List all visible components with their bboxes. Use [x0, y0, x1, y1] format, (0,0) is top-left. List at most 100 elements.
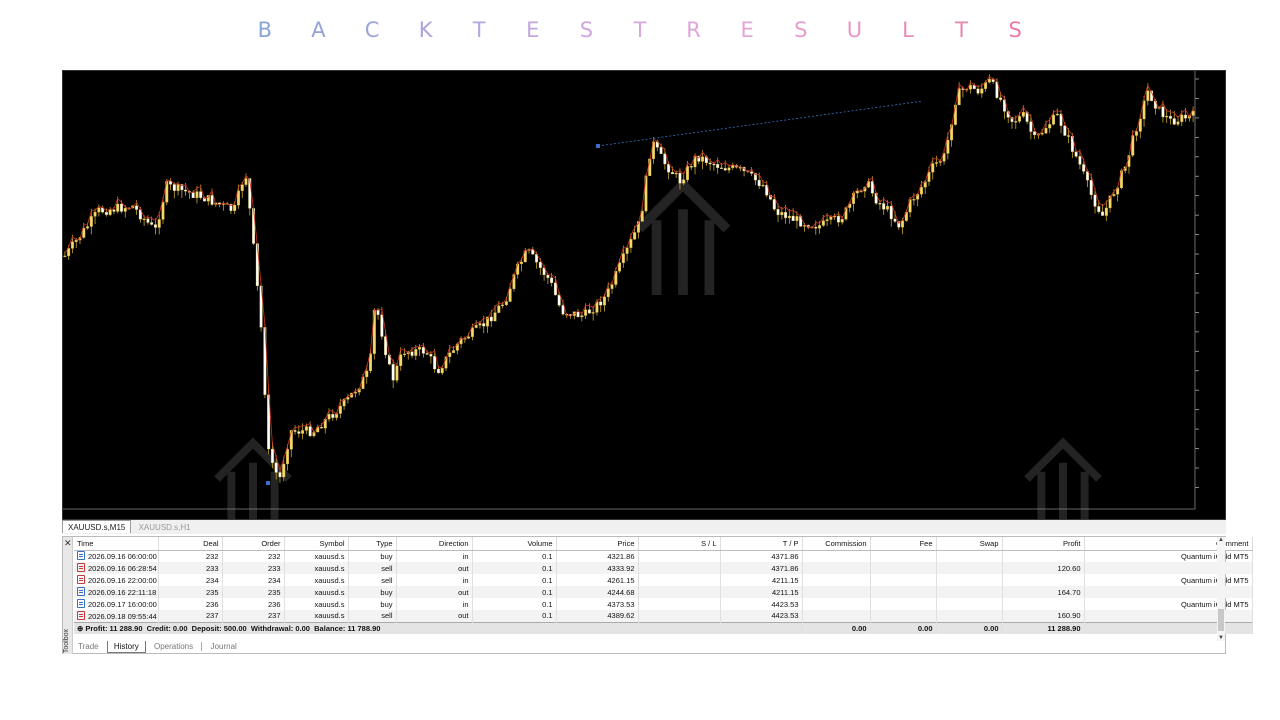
scrollbar-thumb[interactable]	[1218, 609, 1224, 631]
close-icon[interactable]: ✕	[64, 538, 72, 549]
bullish-candle	[67, 248, 71, 257]
cell-volume: 0.1	[472, 562, 557, 574]
column-header[interactable]: Order	[222, 537, 285, 551]
bullish-candle	[584, 309, 588, 316]
bearish-candle	[1082, 164, 1086, 172]
moving-average-line	[64, 75, 1194, 472]
bullish-candle	[195, 191, 199, 199]
bearish-candle	[153, 224, 157, 228]
tab-trade[interactable]: Trade	[72, 641, 105, 653]
cell-volume: 0.1	[472, 574, 557, 586]
cell-tp: 4423.53	[720, 598, 803, 610]
table-row[interactable]: 2026.09.16 06:00:00 232 232 xauusd.s buy in 0.…	[74, 550, 1253, 562]
table-row[interactable]: 2026.09.17 16:00:00 236 236 xauusd.s buy in 0.…	[74, 598, 1253, 610]
cell-comment: Quantum iGold MT5	[1084, 574, 1253, 586]
cell-order: 233	[222, 562, 285, 574]
cell-profit	[1002, 574, 1085, 586]
bullish-candle	[1135, 131, 1138, 136]
scroll-down-icon[interactable]: ▼	[1217, 635, 1225, 641]
scroll-up-icon[interactable]: ▲	[1217, 537, 1225, 543]
bearish-candle	[878, 203, 882, 205]
tab-history[interactable]: History	[106, 641, 146, 653]
candlestick-chart[interactable]	[63, 71, 1227, 521]
vertical-scrollbar[interactable]: ▲ ▼	[1217, 537, 1225, 641]
column-header[interactable]: Volume	[472, 537, 557, 551]
cell-deal: 234	[158, 574, 223, 586]
symbol-tab-h1[interactable]: XAUUSD.s,H1	[134, 521, 196, 534]
tab-journal[interactable]: Journal	[205, 641, 243, 653]
cell-comment: Quantum iGold MT5	[1084, 550, 1253, 562]
cell-direction: out	[396, 562, 473, 574]
cell-direction: in	[396, 598, 473, 610]
table-row[interactable]: 2026.09.16 22:11:18 235 235 xauusd.s buy out 0…	[74, 586, 1253, 598]
cell-profit: 120.60	[1002, 562, 1085, 574]
column-header[interactable]: S / L	[638, 537, 721, 551]
bullish-candle	[787, 215, 791, 219]
cell-time-text: 2026.09.18 09:55:44	[88, 611, 157, 621]
column-header[interactable]: Type	[348, 537, 397, 551]
bullish-candle	[97, 207, 101, 213]
bullish-candle	[508, 288, 512, 302]
title-letter: A	[311, 18, 326, 42]
bullish-candle	[591, 312, 595, 314]
cell-tp: 4371.86	[720, 562, 803, 574]
column-header[interactable]: Deal	[158, 537, 223, 551]
cell-time: 2026.09.16 22:11:18	[74, 586, 159, 598]
cell-commission	[802, 562, 871, 574]
bearish-candle	[255, 243, 259, 287]
bullish-candle	[580, 315, 584, 318]
bullish-candle	[603, 296, 606, 306]
column-header[interactable]: Fee	[870, 537, 937, 551]
cell-volume: 0.1	[472, 598, 557, 610]
symbol-tab-m15[interactable]: XAUUSD.s,M15	[62, 520, 132, 533]
column-header[interactable]: Swap	[936, 537, 1003, 551]
bearish-candle	[814, 226, 818, 229]
bullish-candle	[629, 239, 633, 248]
cell-order: 234	[222, 574, 285, 586]
column-header[interactable]: Direction	[396, 537, 473, 551]
bearish-candle	[184, 189, 188, 192]
cell-price: 4373.53	[556, 598, 639, 610]
table-row[interactable]: 2026.09.16 22:00:00 234 234 xauusd.s sell in 0…	[74, 574, 1253, 586]
cell-profit: 164.70	[1002, 586, 1085, 598]
bullish-candle	[399, 354, 403, 366]
bullish-candle	[1165, 115, 1169, 118]
table-row[interactable]: 2026.09.16 06:28:54 233 233 xauusd.s sell out…	[74, 562, 1253, 574]
title-letter: S	[579, 18, 594, 42]
bearish-candle	[293, 430, 297, 432]
price-chart[interactable]	[62, 70, 1227, 521]
bullish-candle	[980, 88, 984, 94]
bullish-candle	[901, 220, 905, 228]
column-header[interactable]: Comment	[1084, 537, 1253, 551]
column-header[interactable]: Time	[74, 537, 159, 551]
column-header[interactable]: Price	[556, 537, 639, 551]
bearish-candle	[1074, 151, 1078, 157]
bearish-candle	[723, 168, 727, 171]
column-header[interactable]: Commission	[802, 537, 871, 551]
table-row[interactable]: 2026.09.18 09:55:44 237 237 xauusd.s sell out…	[74, 610, 1253, 622]
cell-type: sell	[348, 610, 397, 622]
bullish-candle	[1040, 133, 1044, 135]
tab-operations[interactable]: Operations	[148, 641, 199, 653]
bearish-candle	[120, 203, 123, 212]
bearish-candle	[999, 97, 1003, 100]
bearish-candle	[587, 309, 591, 314]
toolbox-tabs: Trade History Operations Journal	[72, 641, 243, 654]
cell-time-text: 2026.09.16 22:00:00	[88, 576, 157, 585]
bullish-candle	[840, 219, 844, 223]
cell-time: 2026.09.16 06:28:54	[74, 562, 159, 574]
bullish-candle	[931, 163, 935, 173]
column-header[interactable]: Profit	[1002, 537, 1085, 551]
cell-price: 4321.86	[556, 550, 639, 562]
title-letter: T	[633, 18, 647, 42]
bearish-candle	[1184, 114, 1188, 119]
bullish-candle	[108, 209, 112, 215]
bullish-candle	[63, 255, 67, 258]
bullish-candle	[233, 204, 237, 211]
bearish-candle	[538, 262, 542, 268]
column-header[interactable]: Symbol	[284, 537, 349, 551]
bearish-candle	[429, 354, 433, 357]
bearish-candle	[112, 209, 116, 212]
column-header[interactable]: T / P	[720, 537, 803, 551]
bullish-candle	[418, 347, 422, 350]
